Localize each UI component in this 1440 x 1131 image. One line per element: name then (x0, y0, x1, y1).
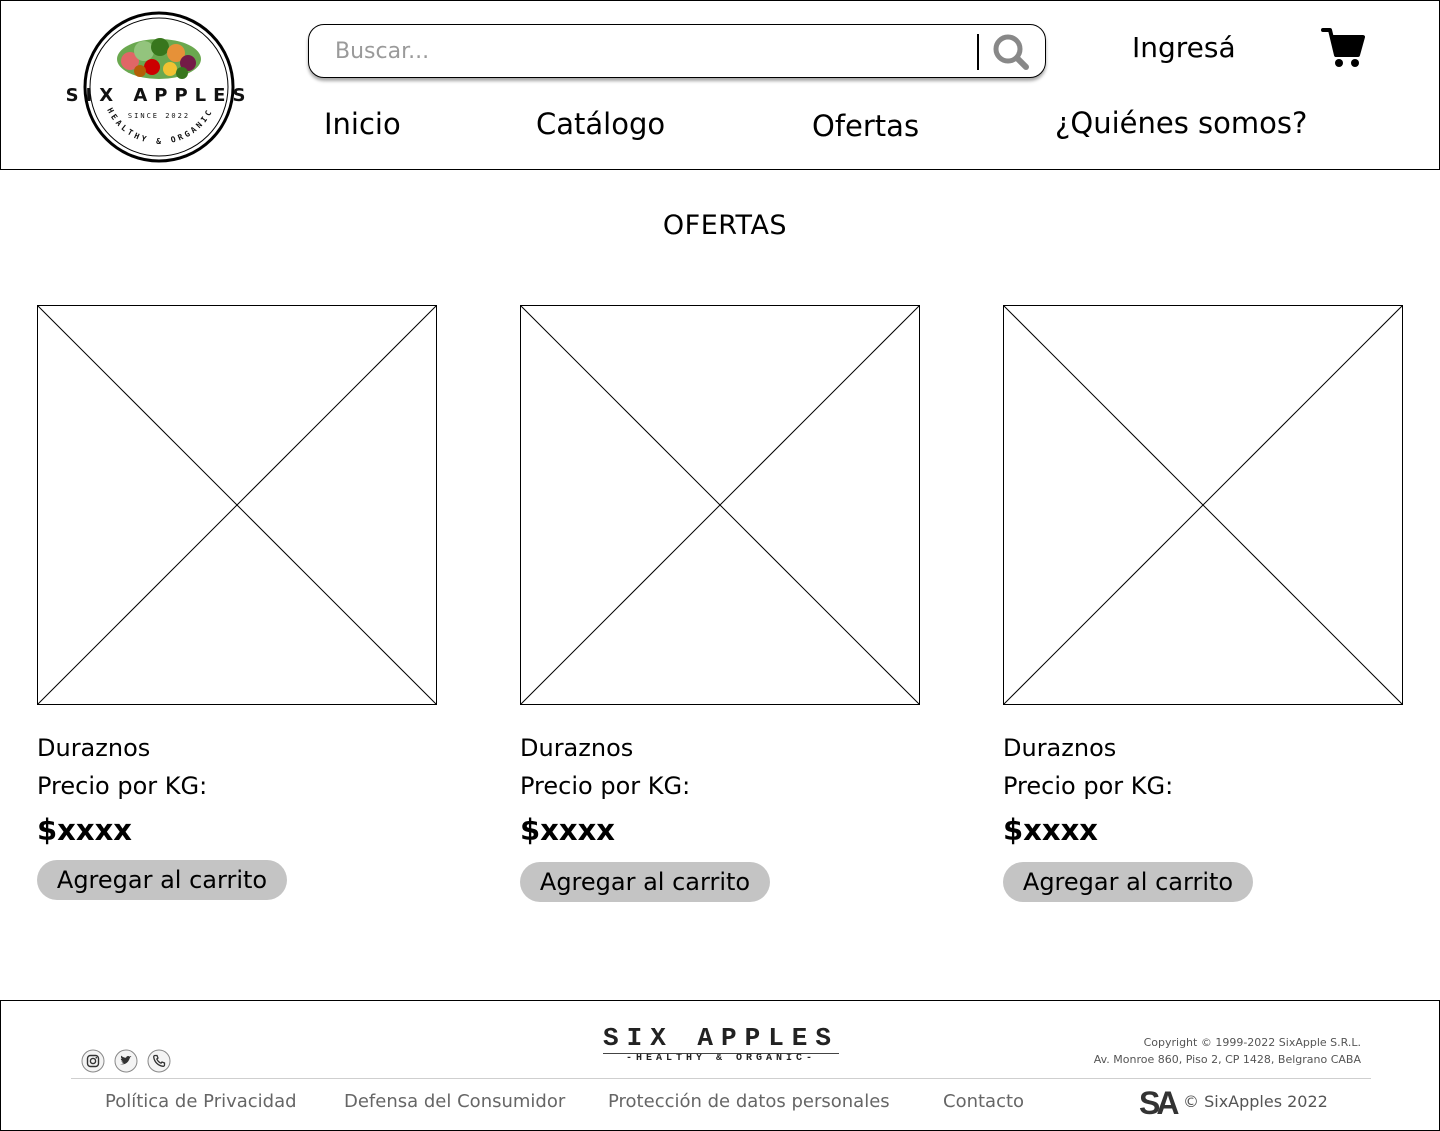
product-card: Duraznos Precio por KG: $xxxx Agregar al… (1003, 305, 1403, 902)
search-input[interactable] (335, 35, 965, 67)
footer-logo: SIX APPLES -HEALTHY & ORGANIC- (601, 1025, 841, 1064)
login-link[interactable]: Ingresá (1132, 31, 1236, 64)
shopping-cart-icon (1321, 28, 1365, 67)
footer-brand-underline (603, 1053, 839, 1054)
add-to-cart-button[interactable]: Agregar al carrito (37, 860, 287, 900)
instagram-link[interactable] (81, 1049, 105, 1073)
product-image-placeholder[interactable] (37, 305, 437, 705)
product-unit-label: Precio por KG: (37, 772, 208, 800)
product-unit-label: Precio por KG: (520, 772, 691, 800)
product-name: Duraznos (37, 734, 151, 762)
nav-ofertas[interactable]: Ofertas (812, 109, 919, 143)
footer-copyright: © SixApples 2022 (1183, 1092, 1328, 1111)
cart-button[interactable] (1321, 27, 1365, 69)
product-image-placeholder[interactable] (520, 305, 920, 705)
footer-link-privacidad[interactable]: Política de Privacidad (105, 1091, 297, 1112)
copyright-line: Copyright © 1999-2022 SixApple S.R.L. (1143, 1036, 1361, 1049)
nav-catalogo[interactable]: Catálogo (536, 107, 665, 141)
address-line: Av. Monroe 860, Piso 2, CP 1428, Belgran… (1093, 1053, 1361, 1066)
copyright-block: Copyright © 1999-2022 SixApple S.R.L. Av… (1094, 1034, 1361, 1068)
product-card: Duraznos Precio por KG: $xxxx Agregar al… (520, 305, 920, 902)
product-price: $xxxx (37, 813, 133, 847)
add-to-cart-button[interactable]: Agregar al carrito (520, 862, 770, 902)
sa-logo: SA (1139, 1085, 1180, 1121)
product-unit-label: Precio por KG: (1003, 772, 1174, 800)
search-bar (308, 24, 1046, 78)
product-price: $xxxx (520, 813, 616, 847)
footer-link-contacto[interactable]: Contacto (943, 1091, 1024, 1112)
page-title: OFERTAS (662, 210, 788, 241)
nav-inicio[interactable]: Inicio (324, 107, 401, 141)
instagram-icon (81, 1049, 105, 1073)
twitter-link[interactable] (114, 1049, 138, 1073)
site-header: SIX APPLES SINCE 2022 HEALTHY & ORGANIC … (0, 0, 1440, 170)
phone-link[interactable] (147, 1049, 171, 1073)
product-price: $xxxx (1003, 813, 1099, 847)
svg-text:SIX APPLES: SIX APPLES (66, 85, 253, 106)
add-to-cart-button[interactable]: Agregar al carrito (1003, 862, 1253, 902)
product-name: Duraznos (1003, 734, 1117, 762)
product-card: Duraznos Precio por KG: $xxxx Agregar al… (37, 305, 437, 900)
footer-link-defensa-consumidor[interactable]: Defensa del Consumidor (344, 1091, 565, 1112)
footer-brand-name: SIX APPLES (602, 1023, 840, 1053)
site-footer: SIX APPLES -HEALTHY & ORGANIC- Copyright… (0, 1000, 1440, 1131)
twitter-icon (114, 1049, 138, 1073)
search-divider (977, 34, 979, 70)
svg-text:SINCE 2022: SINCE 2022 (128, 112, 190, 120)
product-name: Duraznos (520, 734, 634, 762)
footer-divider (71, 1078, 1371, 1079)
phone-icon (147, 1049, 171, 1073)
footer-brand-tagline: -HEALTHY & ORGANIC- (625, 1053, 817, 1064)
nav-quienes-somos[interactable]: ¿Quiénes somos? (1055, 106, 1307, 140)
site-logo[interactable]: SIX APPLES SINCE 2022 HEALTHY & ORGANIC (64, 11, 254, 163)
product-image-placeholder[interactable] (1003, 305, 1403, 705)
search-button[interactable] (989, 32, 1033, 72)
footer-link-proteccion-datos[interactable]: Protección de datos personales (608, 1091, 890, 1112)
search-icon (993, 34, 1029, 70)
